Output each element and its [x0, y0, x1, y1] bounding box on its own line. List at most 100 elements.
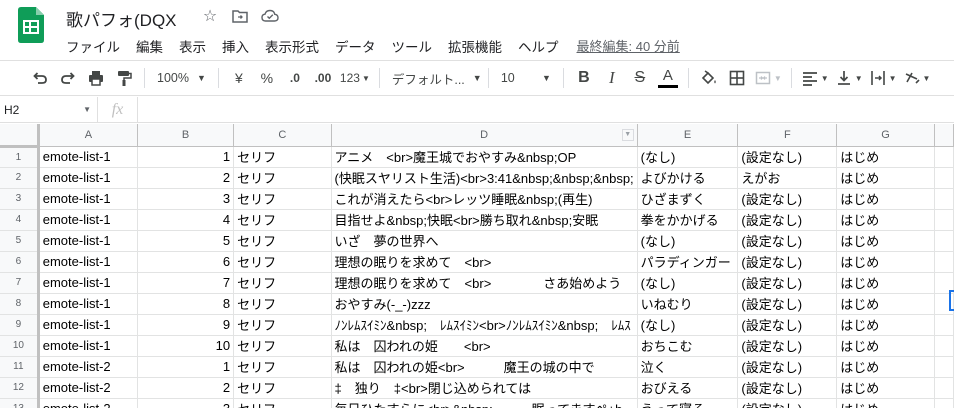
- cell-c[interactable]: セリフ: [233, 272, 332, 294]
- cell-d[interactable]: ﾉﾝﾚﾑｽｲﾐﾝ&nbsp; ﾚﾑｽｲﾐﾝ<br>ﾉﾝﾚﾑｽｲﾐﾝ&nbsp; …: [331, 314, 638, 336]
- cell-e[interactable]: よびかける: [637, 167, 739, 189]
- menu-edit[interactable]: 編集: [128, 34, 171, 58]
- font-select[interactable]: デフォルト... ▼: [386, 64, 482, 92]
- cell-c[interactable]: セリフ: [233, 146, 332, 168]
- column-header-g[interactable]: G: [836, 124, 935, 147]
- cell-a[interactable]: emote-list-1: [38, 167, 139, 189]
- row-header[interactable]: 6: [0, 251, 40, 273]
- cell-f[interactable]: (設定なし): [737, 293, 838, 315]
- cell-e[interactable]: (なし): [637, 230, 739, 252]
- cell-e[interactable]: (なし): [637, 272, 739, 294]
- cell-g[interactable]: はじめ: [836, 167, 935, 189]
- row-header[interactable]: 10: [0, 335, 40, 357]
- cell-d[interactable]: アニメ <br>魔王城でおやすみ&nbsp;OP: [331, 146, 638, 168]
- cell-g[interactable]: はじめ: [836, 272, 935, 294]
- paint-format-button[interactable]: [110, 64, 138, 92]
- formula-input[interactable]: [138, 97, 954, 123]
- cell-b[interactable]: 2: [137, 167, 235, 189]
- cell-b[interactable]: 9: [137, 314, 235, 336]
- cell-a[interactable]: emote-list-1: [38, 335, 139, 357]
- cell-c[interactable]: セリフ: [233, 356, 332, 378]
- cell-a[interactable]: emote-list-2: [38, 377, 139, 399]
- cell-d[interactable]: (快眠スヤリスト生活)<br>3:41&nbsp;&nbsp;&nbsp;: [331, 167, 638, 189]
- row-header[interactable]: 9: [0, 314, 40, 336]
- cell-f[interactable]: (設定なし): [737, 398, 838, 408]
- cell-b[interactable]: 1: [137, 146, 235, 168]
- column-header-e[interactable]: E: [637, 124, 739, 147]
- cell-c[interactable]: セリフ: [233, 209, 332, 231]
- row-header[interactable]: 1: [0, 146, 40, 168]
- cell-a[interactable]: emote-list-1: [38, 314, 139, 336]
- cell-g[interactable]: はじめ: [836, 377, 935, 399]
- cell-d[interactable]: 私は 囚われの姫<br> 魔王の城の中で: [331, 356, 638, 378]
- cell-f[interactable]: (設定なし): [737, 272, 838, 294]
- cell-d[interactable]: これが消えたら<br>レッツ睡眠&nbsp;(再生): [331, 188, 638, 210]
- cell-b[interactable]: 8: [137, 293, 235, 315]
- decrease-decimal-button[interactable]: .0: [281, 64, 309, 92]
- cell-d[interactable]: 理想の眠りを求めて <br>: [331, 251, 638, 273]
- cell-h[interactable]: [934, 167, 954, 189]
- cell-g[interactable]: はじめ: [836, 188, 935, 210]
- column-header-a[interactable]: A: [38, 124, 139, 147]
- menu-tools[interactable]: ツール: [384, 34, 441, 58]
- cell-e[interactable]: ひざまずく: [637, 188, 739, 210]
- cell-f[interactable]: (設定なし): [737, 335, 838, 357]
- cell-c[interactable]: セリフ: [233, 314, 332, 336]
- last-edit-link[interactable]: 最終編集: 40 分前: [569, 34, 688, 58]
- cell-a[interactable]: emote-list-2: [38, 356, 139, 378]
- borders-button[interactable]: [723, 64, 751, 92]
- cell-c[interactable]: セリフ: [233, 293, 332, 315]
- select-all-corner[interactable]: [0, 124, 40, 148]
- cell-e[interactable]: いねむり: [637, 293, 739, 315]
- currency-format-button[interactable]: ¥: [225, 64, 253, 92]
- cell-f[interactable]: (設定なし): [737, 251, 838, 273]
- menu-extensions[interactable]: 拡張機能: [440, 34, 510, 58]
- horizontal-align-button[interactable]: ▼: [798, 64, 832, 92]
- cell-f[interactable]: えがお: [737, 167, 838, 189]
- row-header[interactable]: 11: [0, 356, 40, 378]
- cell-c[interactable]: セリフ: [233, 398, 332, 408]
- text-rotation-button[interactable]: ▼: [900, 64, 934, 92]
- print-button[interactable]: [82, 64, 110, 92]
- cell-d[interactable]: 私は 囚われの姫 <br>: [331, 335, 638, 357]
- move-to-folder-icon[interactable]: [230, 6, 250, 26]
- font-size-select[interactable]: 10 ▼: [495, 64, 557, 92]
- cell-e[interactable]: (なし): [637, 146, 739, 168]
- cell-e[interactable]: 泣く: [637, 356, 739, 378]
- cell-a[interactable]: emote-list-1: [38, 251, 139, 273]
- italic-button[interactable]: I: [598, 64, 626, 92]
- cell-g[interactable]: はじめ: [836, 230, 935, 252]
- document-title[interactable]: 歌パフォ(DQX: [66, 6, 177, 31]
- cell-a[interactable]: emote-list-2: [38, 398, 139, 408]
- cell-h[interactable]: [934, 398, 954, 408]
- cell-c[interactable]: セリフ: [233, 188, 332, 210]
- cell-h[interactable]: [934, 230, 954, 252]
- column-header-c[interactable]: C: [233, 124, 332, 147]
- bold-button[interactable]: B: [570, 64, 598, 92]
- undo-button[interactable]: [26, 64, 54, 92]
- cell-f[interactable]: (設定なし): [737, 209, 838, 231]
- cell-a[interactable]: emote-list-1: [38, 188, 139, 210]
- cell-h[interactable]: [934, 251, 954, 273]
- cell-b[interactable]: 3: [137, 188, 235, 210]
- cell-h[interactable]: [934, 209, 954, 231]
- menu-help[interactable]: ヘルプ: [510, 34, 567, 58]
- cell-a[interactable]: emote-list-1: [38, 230, 139, 252]
- cell-g[interactable]: はじめ: [836, 398, 935, 408]
- cell-a[interactable]: emote-list-1: [38, 293, 139, 315]
- cell-h[interactable]: [934, 314, 954, 336]
- increase-decimal-button[interactable]: .00: [309, 64, 337, 92]
- menu-format[interactable]: 表示形式: [257, 34, 327, 58]
- zoom-select[interactable]: 100% ▼: [151, 64, 212, 92]
- column-header-f[interactable]: F: [737, 124, 838, 147]
- cell-f[interactable]: (設定なし): [737, 230, 838, 252]
- cell-g[interactable]: はじめ: [836, 209, 935, 231]
- cell-e[interactable]: おびえる: [637, 377, 739, 399]
- cell-f[interactable]: (設定なし): [737, 356, 838, 378]
- menu-file[interactable]: ファイル: [58, 34, 128, 58]
- menu-data[interactable]: データ: [327, 34, 384, 58]
- cell-g[interactable]: はじめ: [836, 335, 935, 357]
- filter-dropdown-icon[interactable]: ▼: [621, 129, 634, 141]
- cell-h[interactable]: [934, 146, 954, 168]
- cell-g[interactable]: はじめ: [836, 146, 935, 168]
